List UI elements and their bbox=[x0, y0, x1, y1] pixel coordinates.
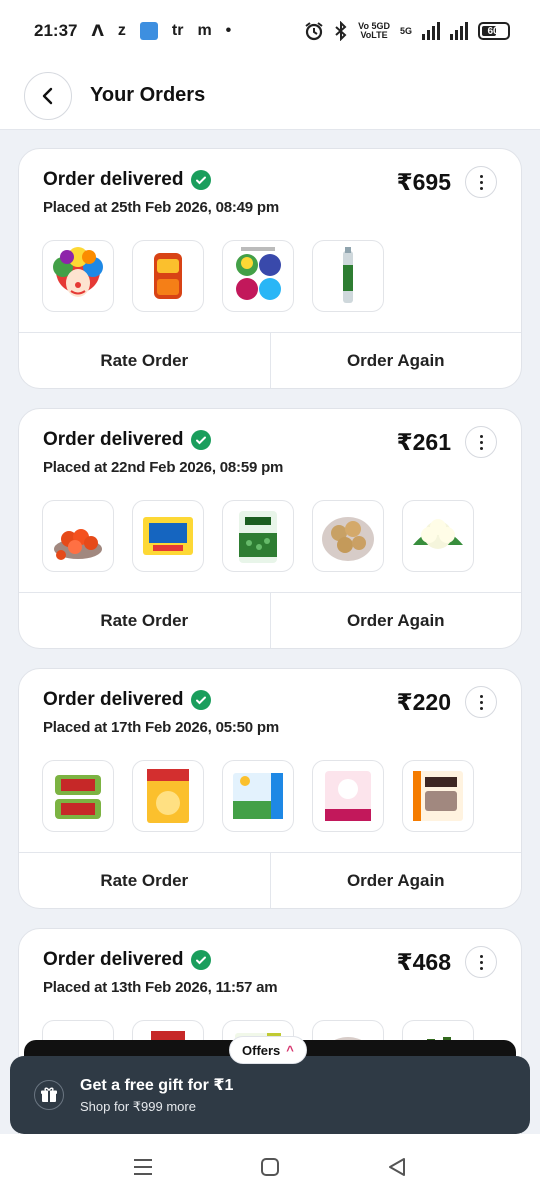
order-total: ₹468 bbox=[396, 949, 451, 975]
zomato-notification-icon: z bbox=[117, 22, 126, 39]
product-thumbnail[interactable] bbox=[42, 760, 114, 832]
order-placed-time: Placed at 13th Feb 2026, 11:57 am bbox=[43, 979, 278, 996]
gift-icon bbox=[34, 1080, 64, 1110]
order-again-button[interactable]: Order Again bbox=[269, 333, 522, 388]
order-actions: Rate Order Order Again bbox=[19, 592, 521, 648]
status-time: 21:37 bbox=[34, 21, 78, 40]
order-items bbox=[42, 240, 384, 312]
page-title: Your Orders bbox=[90, 84, 206, 106]
product-thumbnail[interactable] bbox=[312, 760, 384, 832]
truecaller-notification-icon: tr bbox=[171, 22, 184, 39]
order-placed-time: Placed at 25th Feb 2026, 08:49 pm bbox=[43, 199, 280, 216]
order-placed-time: Placed at 22nd Feb 2026, 08:59 pm bbox=[43, 459, 284, 476]
chevron-up-icon: ^ bbox=[286, 1042, 294, 1058]
order-card[interactable]: Order delivered Placed at 22nd Feb 2026,… bbox=[18, 408, 522, 649]
menu-icon bbox=[134, 1159, 153, 1175]
product-thumbnail[interactable] bbox=[222, 240, 294, 312]
product-thumbnail[interactable] bbox=[42, 500, 114, 572]
home-button[interactable] bbox=[250, 1147, 290, 1187]
product-thumbnail[interactable] bbox=[222, 760, 294, 832]
signal-strength-icon-2 bbox=[450, 22, 468, 40]
product-thumbnail[interactable] bbox=[312, 240, 384, 312]
order-total: ₹220 bbox=[396, 689, 451, 715]
product-thumbnail[interactable] bbox=[402, 760, 474, 832]
app-notification-icon bbox=[139, 22, 158, 40]
vertical-dots-icon bbox=[479, 434, 483, 450]
order-status: Order delivered bbox=[43, 169, 184, 190]
offers-banner-wrap: Offers ^ Get a free gift for ₹1 Shop for… bbox=[10, 1036, 530, 1134]
back-button[interactable] bbox=[24, 71, 72, 120]
order-actions: Rate Order Order Again bbox=[19, 852, 521, 908]
order-status: Order delivered bbox=[43, 429, 184, 450]
order-items bbox=[42, 760, 474, 832]
orders-list: Order delivered Placed at 25th Feb 2026,… bbox=[18, 148, 522, 1188]
order-actions: Rate Order Order Again bbox=[19, 332, 521, 388]
order-again-button[interactable]: Order Again bbox=[269, 593, 522, 648]
more-notifications-dot: • bbox=[225, 22, 232, 39]
more-options-button[interactable] bbox=[465, 166, 497, 198]
order-card[interactable]: Order delivered Placed at 17th Feb 2026,… bbox=[18, 668, 522, 909]
signal-strength-icon bbox=[422, 22, 440, 40]
order-card[interactable]: Order delivered Placed at 25th Feb 2026,… bbox=[18, 148, 522, 389]
order-items bbox=[42, 500, 474, 572]
notification-icon: ⴷ bbox=[91, 23, 104, 40]
home-square-icon bbox=[260, 1158, 279, 1176]
m-notification-icon: m bbox=[197, 22, 212, 39]
recent-apps-button[interactable] bbox=[123, 1147, 163, 1187]
more-options-button[interactable] bbox=[465, 946, 497, 978]
check-circle-icon bbox=[191, 690, 212, 710]
vertical-dots-icon bbox=[479, 174, 483, 190]
system-nav-bar bbox=[0, 1134, 540, 1200]
product-thumbnail[interactable] bbox=[222, 500, 294, 572]
offer-title: Get a free gift for ₹1 bbox=[80, 1077, 234, 1094]
order-status: Order delivered bbox=[43, 949, 184, 970]
order-again-button[interactable]: Order Again bbox=[269, 853, 522, 908]
product-thumbnail[interactable] bbox=[402, 500, 474, 572]
vertical-dots-icon bbox=[479, 694, 483, 710]
status-bar: 21:37 ⴷ z tr m • Vo 5GD VoLTE 5G 60 bbox=[0, 0, 540, 62]
back-nav-button[interactable] bbox=[377, 1147, 417, 1187]
bluetooth-icon bbox=[335, 21, 347, 41]
app-header: Your Orders bbox=[0, 62, 540, 130]
5g-label: 5G bbox=[399, 25, 412, 36]
more-options-button[interactable] bbox=[465, 426, 497, 458]
order-status: Order delivered bbox=[43, 689, 184, 710]
product-thumbnail[interactable] bbox=[312, 500, 384, 572]
check-circle-icon bbox=[191, 170, 212, 190]
order-total: ₹695 bbox=[396, 169, 451, 195]
product-thumbnail[interactable] bbox=[132, 500, 204, 572]
rate-order-button[interactable]: Rate Order bbox=[19, 593, 270, 648]
battery-icon: 60 bbox=[478, 22, 510, 40]
rate-order-button[interactable]: Rate Order bbox=[19, 333, 270, 388]
product-thumbnail[interactable] bbox=[132, 240, 204, 312]
chevron-left-icon bbox=[42, 87, 53, 104]
offers-toggle[interactable]: Offers ^ bbox=[229, 1036, 307, 1064]
vertical-dots-icon bbox=[479, 954, 483, 970]
triangle-back-icon bbox=[388, 1158, 405, 1176]
product-thumbnail[interactable] bbox=[132, 760, 204, 832]
check-circle-icon bbox=[191, 950, 212, 970]
alarm-icon bbox=[305, 22, 323, 41]
check-circle-icon bbox=[191, 430, 212, 450]
order-total: ₹261 bbox=[396, 429, 451, 455]
more-options-button[interactable] bbox=[465, 686, 497, 718]
offers-banner[interactable]: Get a free gift for ₹1 Shop for ₹999 mor… bbox=[10, 1056, 530, 1134]
rate-order-button[interactable]: Rate Order bbox=[19, 853, 270, 908]
offer-subtitle: Shop for ₹999 more bbox=[80, 1099, 196, 1114]
network-type: Vo 5GD VoLTE bbox=[358, 21, 390, 40]
product-thumbnail[interactable] bbox=[42, 240, 114, 312]
order-placed-time: Placed at 17th Feb 2026, 05:50 pm bbox=[43, 719, 280, 736]
